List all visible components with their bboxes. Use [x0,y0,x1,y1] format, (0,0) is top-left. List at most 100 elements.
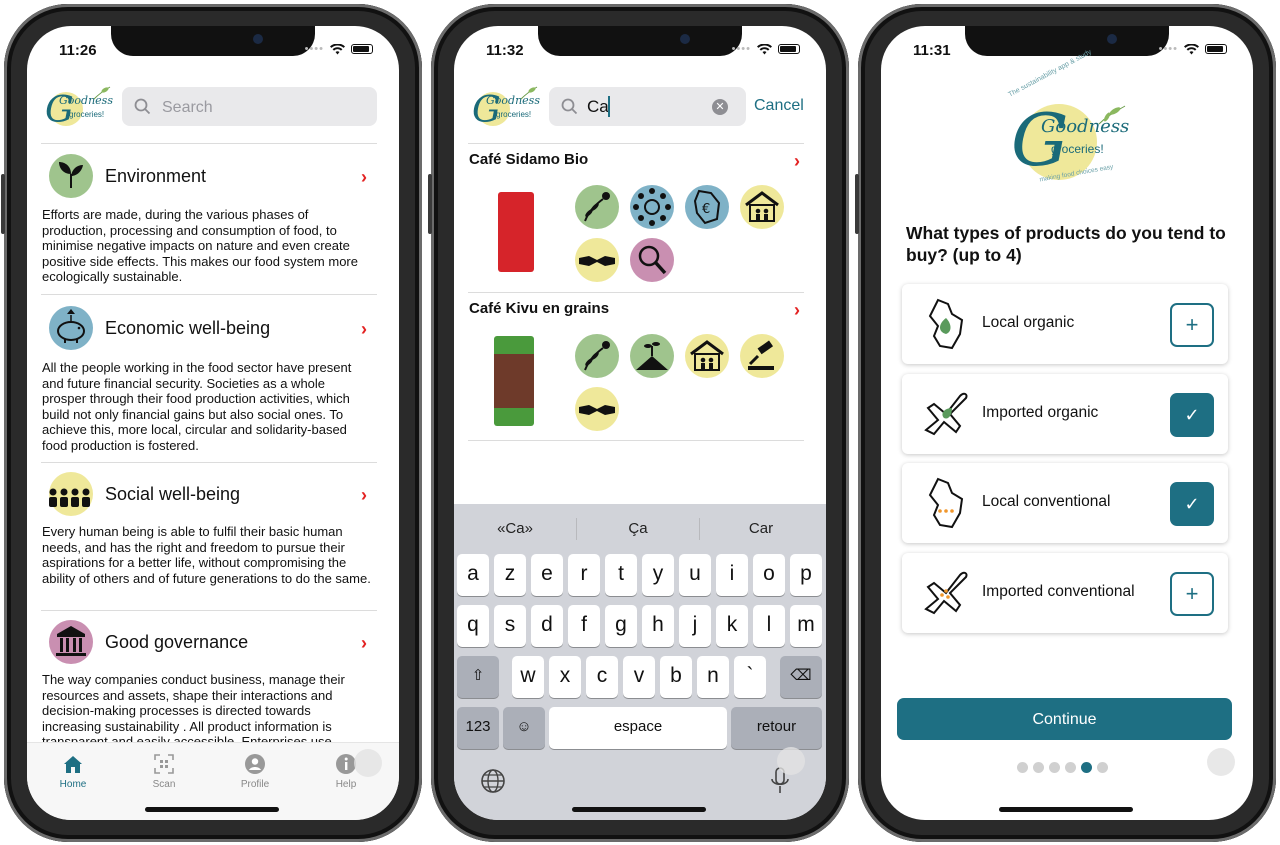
key[interactable]: f [568,605,600,647]
key[interactable]: r [568,554,600,596]
search-screen: 11:32 •••• G Goodness groceries! Ca ✕ Ca… [454,26,826,820]
chevron-right-icon[interactable]: › [794,300,800,321]
accessibility-fab[interactable] [777,747,805,775]
section-economic[interactable]: Economic well-being › All the people wor… [41,306,377,458]
key[interactable]: n [697,656,729,698]
checked-button[interactable]: ✓ [1170,482,1214,526]
wifi-icon [1184,43,1199,54]
tab-home[interactable]: Home [43,753,103,790]
key[interactable]: b [660,656,692,698]
product-image-coffee-bag[interactable] [498,192,534,272]
suggestion-item[interactable]: «Ca» [454,520,576,537]
leaf-icon [1098,105,1126,125]
chevron-right-icon[interactable]: › [361,485,367,506]
option-label: Local conventional [982,493,1111,510]
key[interactable]: j [679,605,711,647]
key[interactable]: u [679,554,711,596]
chevron-right-icon[interactable]: › [361,319,367,340]
cancel-button[interactable]: Cancel [754,97,804,115]
section-title: Good governance [105,632,249,652]
product-name[interactable]: Café Kivu en grains [469,300,609,317]
home-indicator [145,807,279,812]
add-button[interactable]: + [1170,303,1214,347]
page-indicator [1017,762,1108,773]
key[interactable]: s [494,605,526,647]
key[interactable]: a [457,554,489,596]
checked-button[interactable]: ✓ [1170,393,1214,437]
shift-key[interactable]: ⇧ [457,656,499,698]
search-icon [561,98,578,115]
search-bar[interactable] [122,87,377,128]
phone-search-frame: 11:32 •••• G Goodness groceries! Ca ✕ Ca… [428,4,849,842]
numbers-key[interactable]: 123 [457,707,499,749]
key[interactable]: m [790,605,822,647]
key[interactable]: e [531,554,563,596]
product-image-coffee-bag[interactable] [494,336,534,426]
continue-button[interactable]: Continue [897,698,1232,740]
key[interactable]: z [494,554,526,596]
emoji-key[interactable]: ☺ [503,707,545,749]
option-card[interactable]: Imported organic ✓ [902,374,1228,454]
section-governance[interactable]: Good governance › The way companies cond… [41,620,377,742]
add-button[interactable]: + [1170,572,1214,616]
key[interactable]: k [716,605,748,647]
page-dot [1065,762,1076,773]
key[interactable]: h [642,605,674,647]
accessibility-fab[interactable] [354,749,382,777]
tab-scan[interactable]: Scan [134,753,194,790]
key[interactable]: q [457,605,489,647]
home-indicator [572,807,706,812]
key[interactable]: p [790,554,822,596]
qr-scan-icon [154,754,174,774]
text-cursor [608,96,610,117]
option-card[interactable]: Local organic + [902,284,1228,364]
chevron-right-icon[interactable]: › [361,167,367,188]
section-title: Economic well-being [105,318,271,338]
key[interactable]: c [586,656,618,698]
space-key[interactable]: espace [549,707,727,749]
front-camera [1107,34,1117,44]
option-card[interactable]: Local conventional ✓ [902,463,1228,543]
option-card[interactable]: Imported conventional + [902,553,1228,633]
section-description: All the people working in the food secto… [42,360,352,453]
section-title: Social well-being [105,484,241,504]
key[interactable]: l [753,605,785,647]
key[interactable]: d [531,605,563,647]
tab-label: Profile [240,779,270,790]
globe-icon[interactable] [480,768,506,794]
product-name[interactable]: Café Sidamo Bio [469,151,588,168]
return-key[interactable]: retour [731,707,822,749]
logo-g: G [1011,98,1069,182]
key[interactable]: g [605,605,637,647]
status-icons: •••• [732,43,800,55]
key[interactable]: ` [734,656,766,698]
leaf-icon [520,86,538,100]
key[interactable]: y [642,554,674,596]
key[interactable]: t [605,554,637,596]
key[interactable]: i [716,554,748,596]
key[interactable]: w [512,656,544,698]
section-environment[interactable]: Environment › Efforts are made, during t… [41,154,377,294]
search-input-value[interactable]: Ca [587,97,609,117]
section-social[interactable]: Social well-being › Every human being is… [41,472,377,608]
key[interactable]: x [549,656,581,698]
piggy-bank-icon [49,306,93,350]
home-family-icon [685,334,729,378]
notch [538,26,742,56]
suggestion-item[interactable]: Car [700,520,822,537]
notch [965,26,1169,56]
tab-profile[interactable]: Profile [225,753,285,790]
suggestion-item[interactable]: Ça [577,520,699,537]
key[interactable]: v [623,656,655,698]
search-bar[interactable]: Ca ✕ [549,87,746,126]
accessibility-fab[interactable] [1207,748,1235,776]
delete-key[interactable]: ⌫ [780,656,822,698]
status-time: 11:32 [486,42,524,59]
svg-text:€: € [702,202,710,217]
page-dot [1097,762,1108,773]
key[interactable]: o [753,554,785,596]
chevron-right-icon[interactable]: › [361,633,367,654]
clear-icon[interactable]: ✕ [712,99,728,115]
chevron-right-icon[interactable]: › [794,151,800,172]
search-input[interactable] [160,87,364,128]
